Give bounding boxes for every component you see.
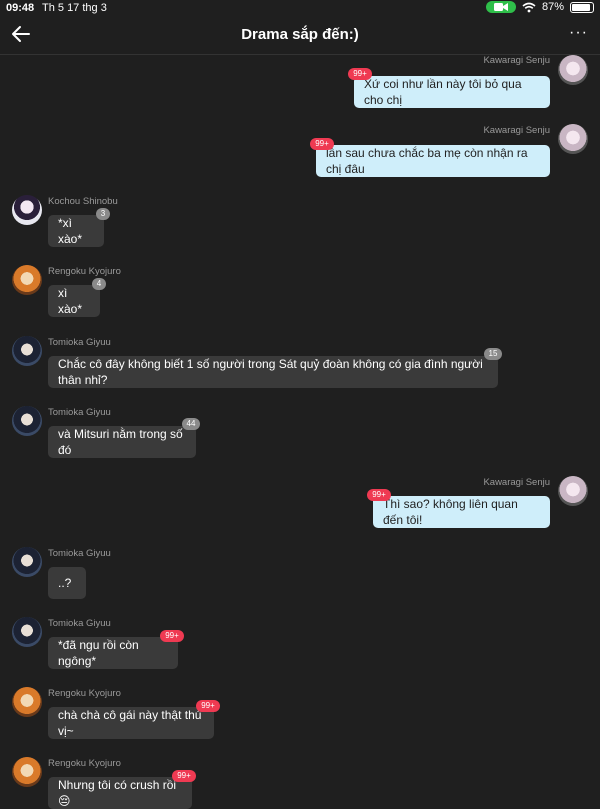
message-sender: Tomioka Giyuu: [48, 337, 111, 348]
message-count-badge: 44: [182, 418, 200, 430]
more-icon[interactable]: ···: [569, 24, 588, 42]
avatar[interactable]: [558, 476, 588, 506]
battery-icon: [570, 1, 594, 13]
message-text: Thì sao? không liên quan đến tôi!: [383, 497, 518, 527]
chat-title: Drama sắp đến:): [241, 26, 359, 43]
message-text: *đã ngu rồi còn ngông*: [58, 638, 139, 668]
chat-header: Drama sắp đến:) ···: [0, 16, 600, 55]
message-bubble[interactable]: Nhưng tôi có crush rồi 😔: [48, 777, 192, 809]
status-bar: 09:48 Th 5 17 thg 3 87%: [0, 0, 600, 16]
message-count-badge: 99+: [348, 68, 372, 80]
avatar[interactable]: [12, 265, 42, 295]
message-count-badge: 15: [484, 348, 502, 360]
message-text: chà chà cô gái này thật thú vị~: [58, 708, 202, 738]
message-bubble[interactable]: và Mitsuri nằm trong số đó: [48, 426, 196, 458]
message-sender: Kawaragi Senju: [483, 55, 550, 66]
wifi-icon: [522, 2, 536, 12]
message-sender: Tomioka Giyuu: [48, 407, 111, 418]
message-count-badge: 99+: [196, 700, 220, 712]
message-count-badge: 99+: [160, 630, 184, 642]
message-bubble[interactable]: ..?: [48, 567, 86, 599]
message-sender: Rengoku Kyojuro: [48, 688, 121, 699]
message-bubble[interactable]: Xứ coi như lần này tôi bỏ qua cho chị: [354, 76, 550, 108]
message-text: xì xào*: [58, 286, 83, 316]
message-sender: Kawaragi Senju: [483, 125, 550, 136]
message-bubble[interactable]: lần sau chưa chắc ba mẹ còn nhận ra chị …: [316, 145, 550, 177]
message-bubble[interactable]: chà chà cô gái này thật thú vị~: [48, 707, 214, 739]
message-text: Chắc cô đây không biết 1 số người trong …: [58, 357, 483, 387]
message-text: và Mitsuri nằm trong số đó: [58, 427, 183, 457]
avatar[interactable]: [12, 406, 42, 436]
message-text: ..?: [58, 576, 72, 590]
message-count-badge: 99+: [367, 489, 391, 501]
message-bubble[interactable]: Thì sao? không liên quan đến tôi!: [373, 496, 550, 528]
status-time: 09:48: [6, 2, 35, 14]
message-bubble[interactable]: Chắc cô đây không biết 1 số người trong …: [48, 356, 498, 388]
message-bubble[interactable]: *đã ngu rồi còn ngông*: [48, 637, 178, 669]
message-sender: Rengoku Kyojuro: [48, 758, 121, 769]
message-bubble[interactable]: *xì xào*: [48, 215, 104, 247]
message-text: lần sau chưa chắc ba mẹ còn nhận ra chị …: [326, 146, 528, 176]
message-count-badge: 99+: [172, 770, 196, 782]
status-date: Th 5 17 thg 3: [42, 2, 107, 14]
battery-percent: 87%: [541, 1, 564, 13]
avatar[interactable]: [12, 547, 42, 577]
message-bubble[interactable]: xì xào*: [48, 285, 100, 317]
message-sender: Kochou Shinobu: [48, 196, 118, 207]
avatar[interactable]: [12, 757, 42, 787]
message-text: *xì xào*: [58, 216, 83, 246]
avatar[interactable]: [12, 336, 42, 366]
message-count-badge: 3: [96, 208, 110, 220]
message-text: Xứ coi như lần này tôi bỏ qua cho chị: [364, 77, 522, 107]
message-sender: Tomioka Giyuu: [48, 548, 111, 559]
message-count-badge: 99+: [310, 138, 334, 150]
camera-icon: [485, 1, 516, 13]
message-text: Nhưng tôi có crush rồi 😔: [58, 778, 177, 808]
message-sender: Rengoku Kyojuro: [48, 266, 121, 277]
message-sender: Tomioka Giyuu: [48, 618, 111, 629]
avatar[interactable]: [558, 55, 588, 85]
avatar[interactable]: [558, 124, 588, 154]
avatar[interactable]: [12, 195, 42, 225]
avatar[interactable]: [12, 687, 42, 717]
message-sender: Kawaragi Senju: [483, 477, 550, 488]
message-count-badge: 4: [92, 278, 106, 290]
avatar[interactable]: [12, 617, 42, 647]
